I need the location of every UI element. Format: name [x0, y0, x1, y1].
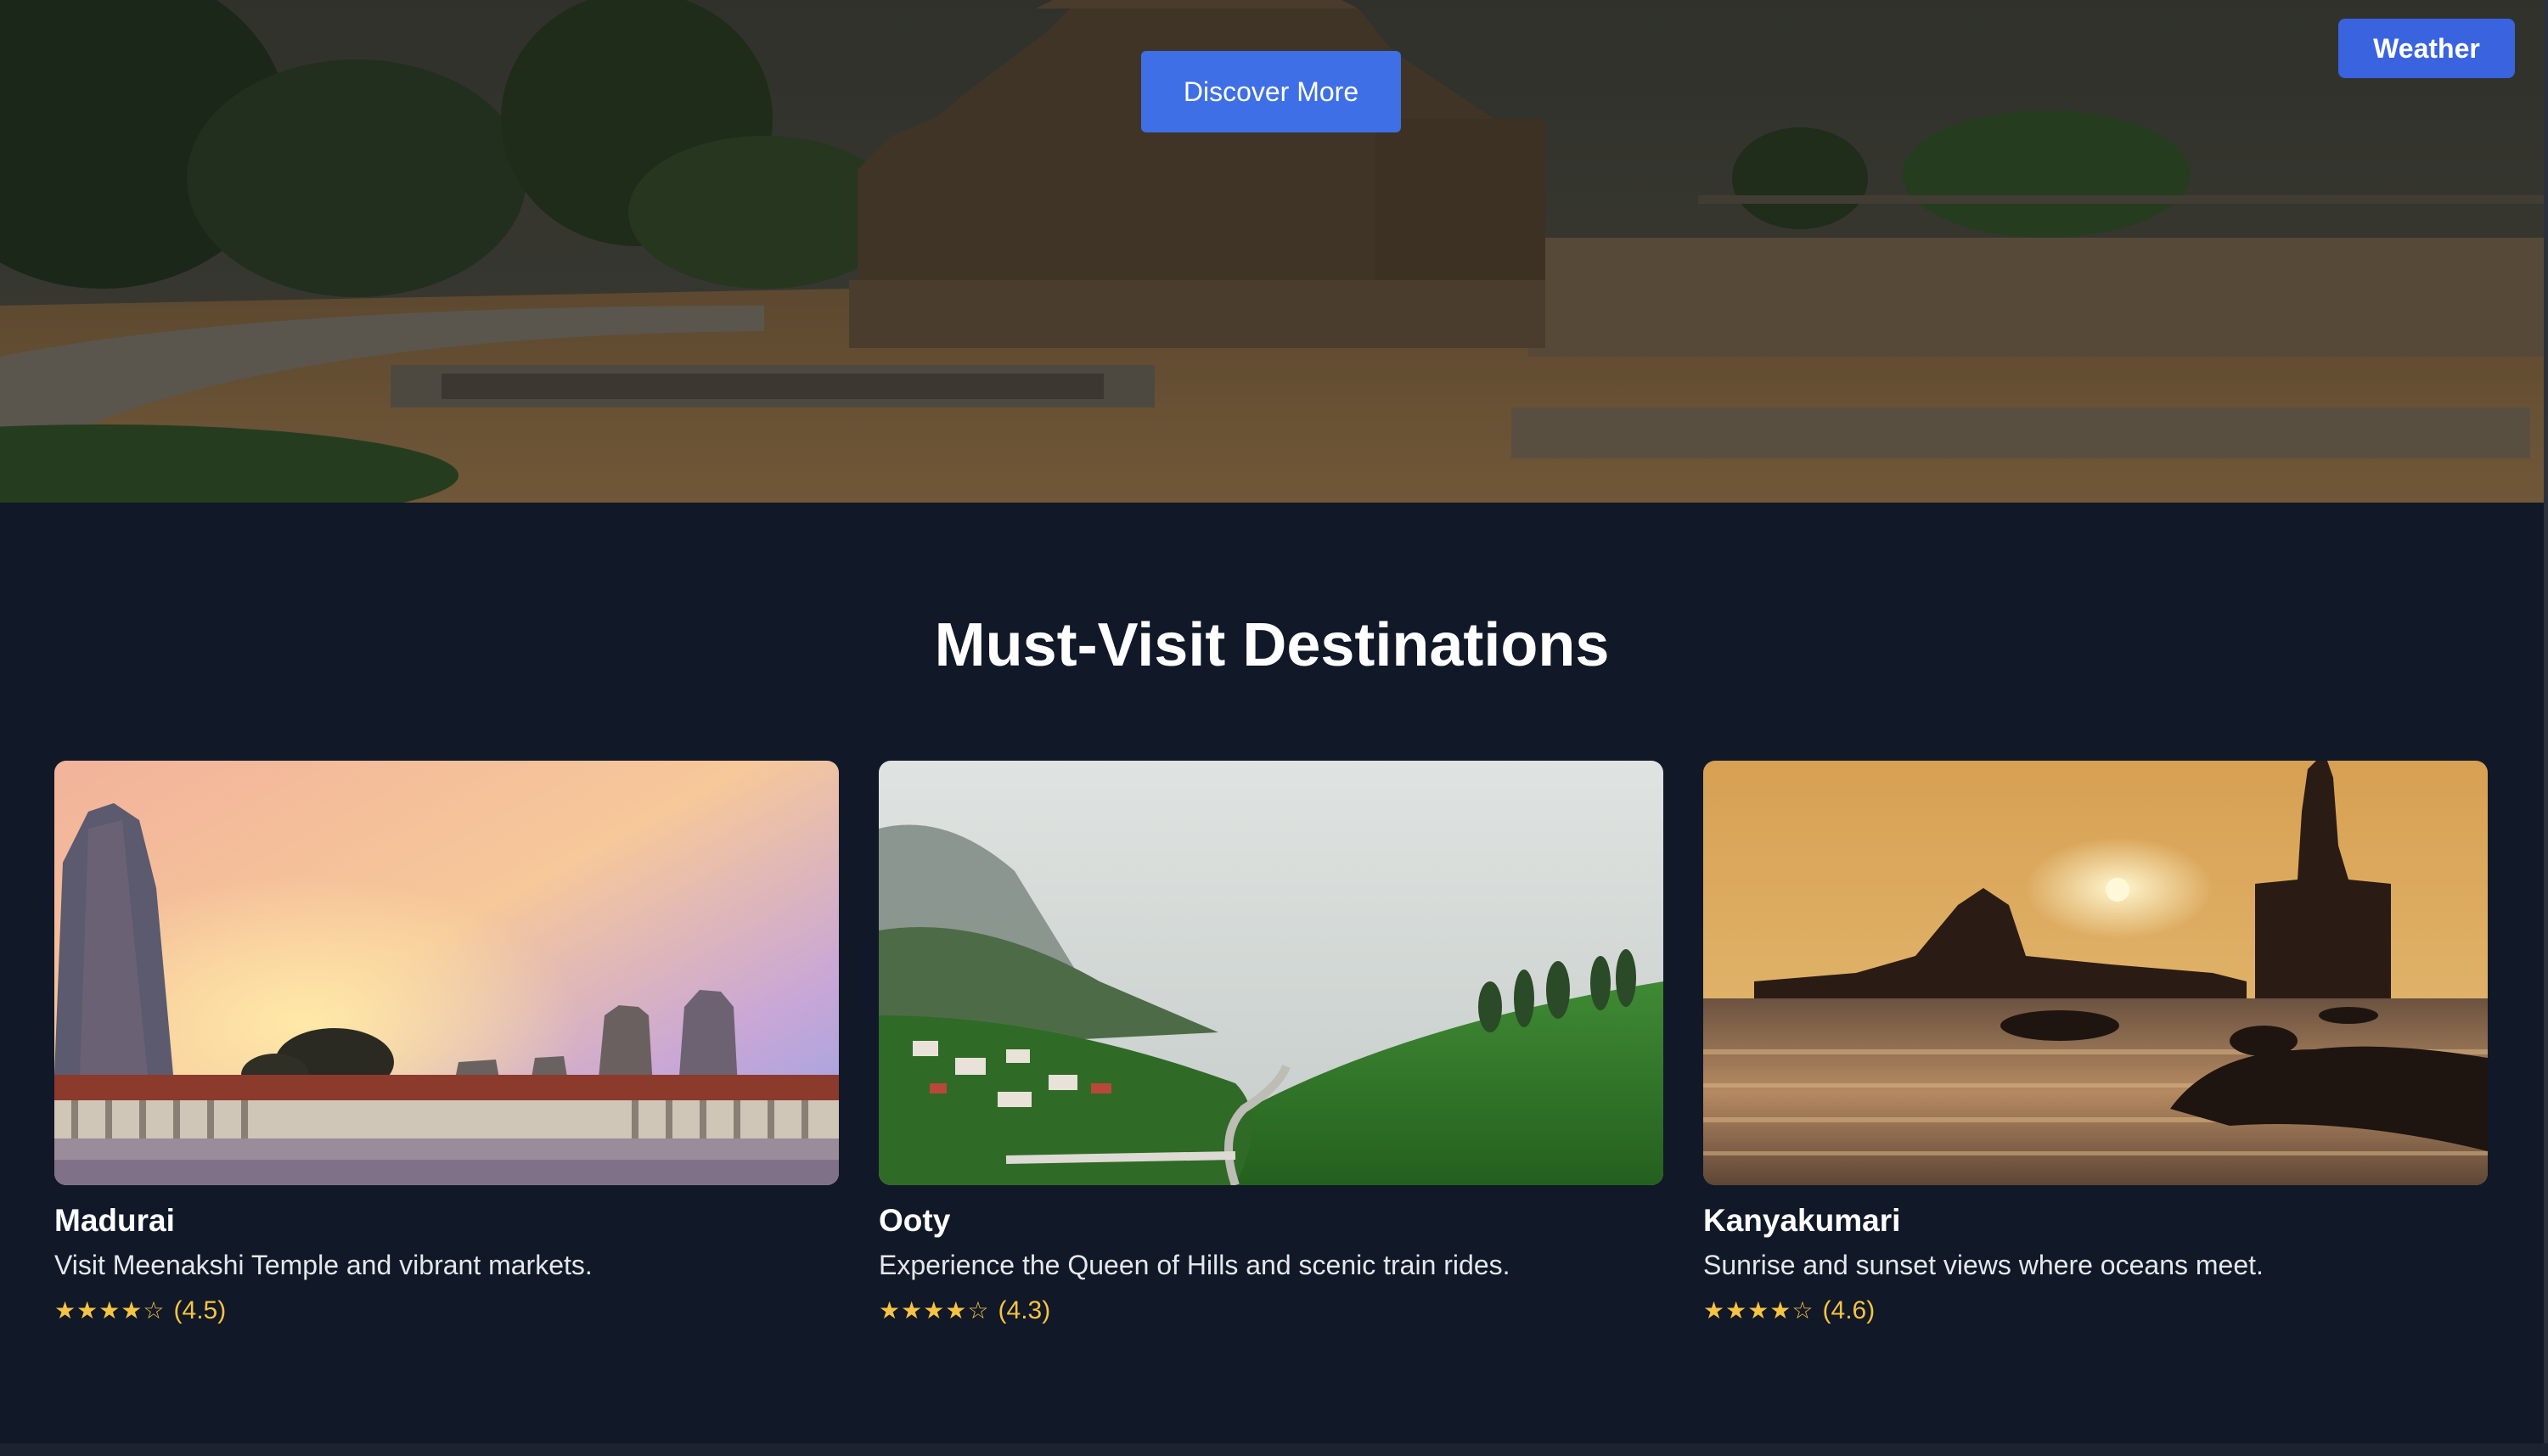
card-image-ooty	[879, 761, 1663, 1185]
destination-card-ooty[interactable]: Ooty Experience the Queen of Hills and s…	[879, 761, 1663, 1326]
rating-value: (4.5)	[173, 1296, 227, 1324]
card-rating: ★★★★☆ (4.6)	[1703, 1296, 2488, 1326]
page: Discover More Weather Must-Visit Destina…	[0, 0, 2548, 1456]
star-rating-icons: ★★★★☆	[1703, 1296, 1814, 1324]
card-description: Experience the Queen of Hills and scenic…	[879, 1250, 1510, 1280]
card-title: Madurai	[54, 1203, 175, 1238]
discover-more-button[interactable]: Discover More	[1141, 51, 1401, 132]
destination-card-kanyakumari[interactable]: Kanyakumari Sunrise and sunset views whe…	[1703, 761, 2488, 1326]
weather-button[interactable]: Weather	[2338, 19, 2515, 78]
star-rating-icons: ★★★★☆	[879, 1296, 990, 1324]
card-description: Sunrise and sunset views where oceans me…	[1703, 1250, 2264, 1280]
star-rating-icons: ★★★★☆	[54, 1296, 166, 1324]
card-rating: ★★★★☆ (4.3)	[879, 1296, 1663, 1326]
card-image-madurai	[54, 761, 839, 1185]
section-title: Must-Visit Destinations	[934, 611, 1610, 679]
card-title: Kanyakumari	[1703, 1203, 1901, 1238]
hero-banner: Discover More Weather	[0, 0, 2544, 503]
card-rating: ★★★★☆ (4.5)	[54, 1296, 839, 1326]
rating-value: (4.3)	[998, 1296, 1051, 1324]
card-image-kanyakumari	[1703, 761, 2488, 1185]
card-description: Visit Meenakshi Temple and vibrant marke…	[54, 1250, 593, 1280]
card-title: Ooty	[879, 1203, 951, 1238]
destination-card-madurai[interactable]: Madurai Visit Meenakshi Temple and vibra…	[54, 761, 839, 1326]
page-scrollbar[interactable]	[2544, 0, 2548, 1456]
rating-value: (4.6)	[1822, 1296, 1876, 1324]
section-bottom-edge	[0, 1443, 2548, 1456]
